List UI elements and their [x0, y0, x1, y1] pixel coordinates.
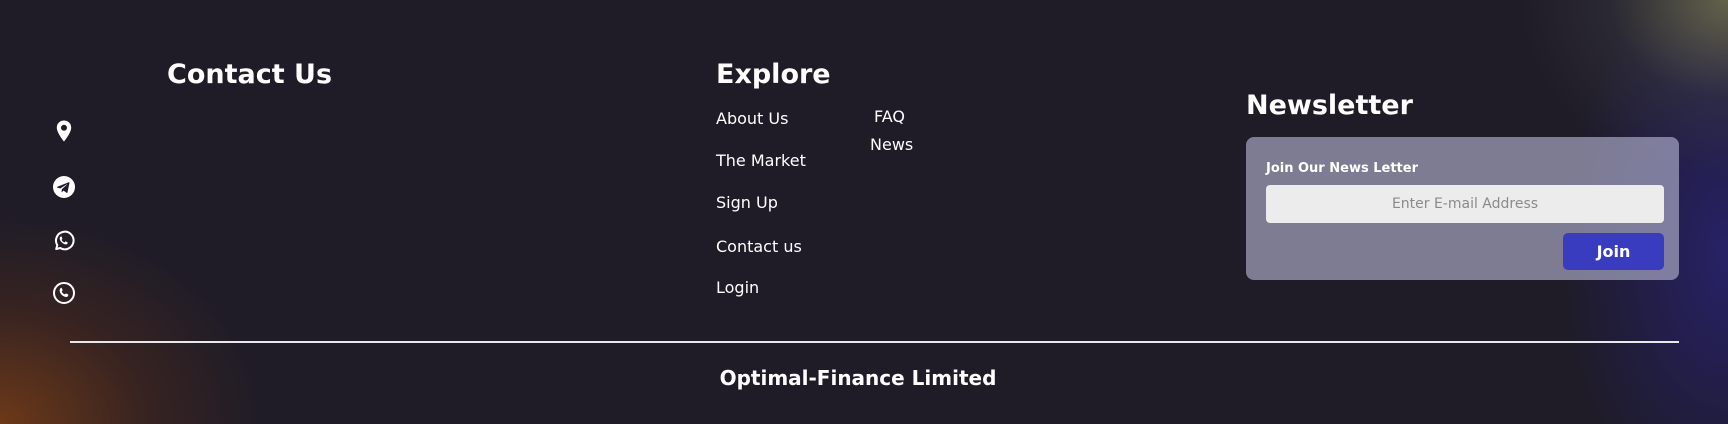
nav-link-about-us[interactable]: About Us — [716, 109, 788, 129]
telegram-icon-graphic — [53, 176, 75, 198]
site-footer: Contact Us Explore About Us The Market S… — [0, 0, 1728, 424]
nav-link-faq[interactable]: FAQ — [874, 107, 905, 127]
contact-us-heading: Contact Us — [167, 59, 333, 90]
explore-heading: Explore — [716, 59, 831, 90]
newsletter-heading: Newsletter — [1246, 90, 1413, 121]
company-name: Optimal-Finance Limited — [719, 366, 997, 390]
telegram-icon[interactable] — [52, 175, 76, 199]
whatsapp-icon[interactable] — [52, 229, 76, 253]
nav-link-news[interactable]: News — [870, 135, 913, 155]
location-pin-icon[interactable] — [52, 119, 76, 143]
location-pin-icon-graphic — [56, 120, 72, 142]
newsletter-card: Join Our News Letter Join — [1246, 137, 1679, 280]
newsletter-card-label: Join Our News Letter — [1266, 161, 1418, 176]
nav-link-contact-us[interactable]: Contact us — [716, 237, 802, 257]
join-button[interactable]: Join — [1563, 233, 1664, 270]
phone-icon[interactable] — [52, 281, 76, 305]
phone-icon-graphic — [53, 282, 75, 304]
email-input[interactable] — [1266, 185, 1664, 223]
footer-divider — [70, 341, 1679, 343]
whatsapp-icon-graphic — [55, 230, 75, 251]
nav-link-login[interactable]: Login — [716, 278, 759, 298]
nav-link-sign-up[interactable]: Sign Up — [716, 193, 778, 213]
nav-link-the-market[interactable]: The Market — [716, 151, 806, 171]
